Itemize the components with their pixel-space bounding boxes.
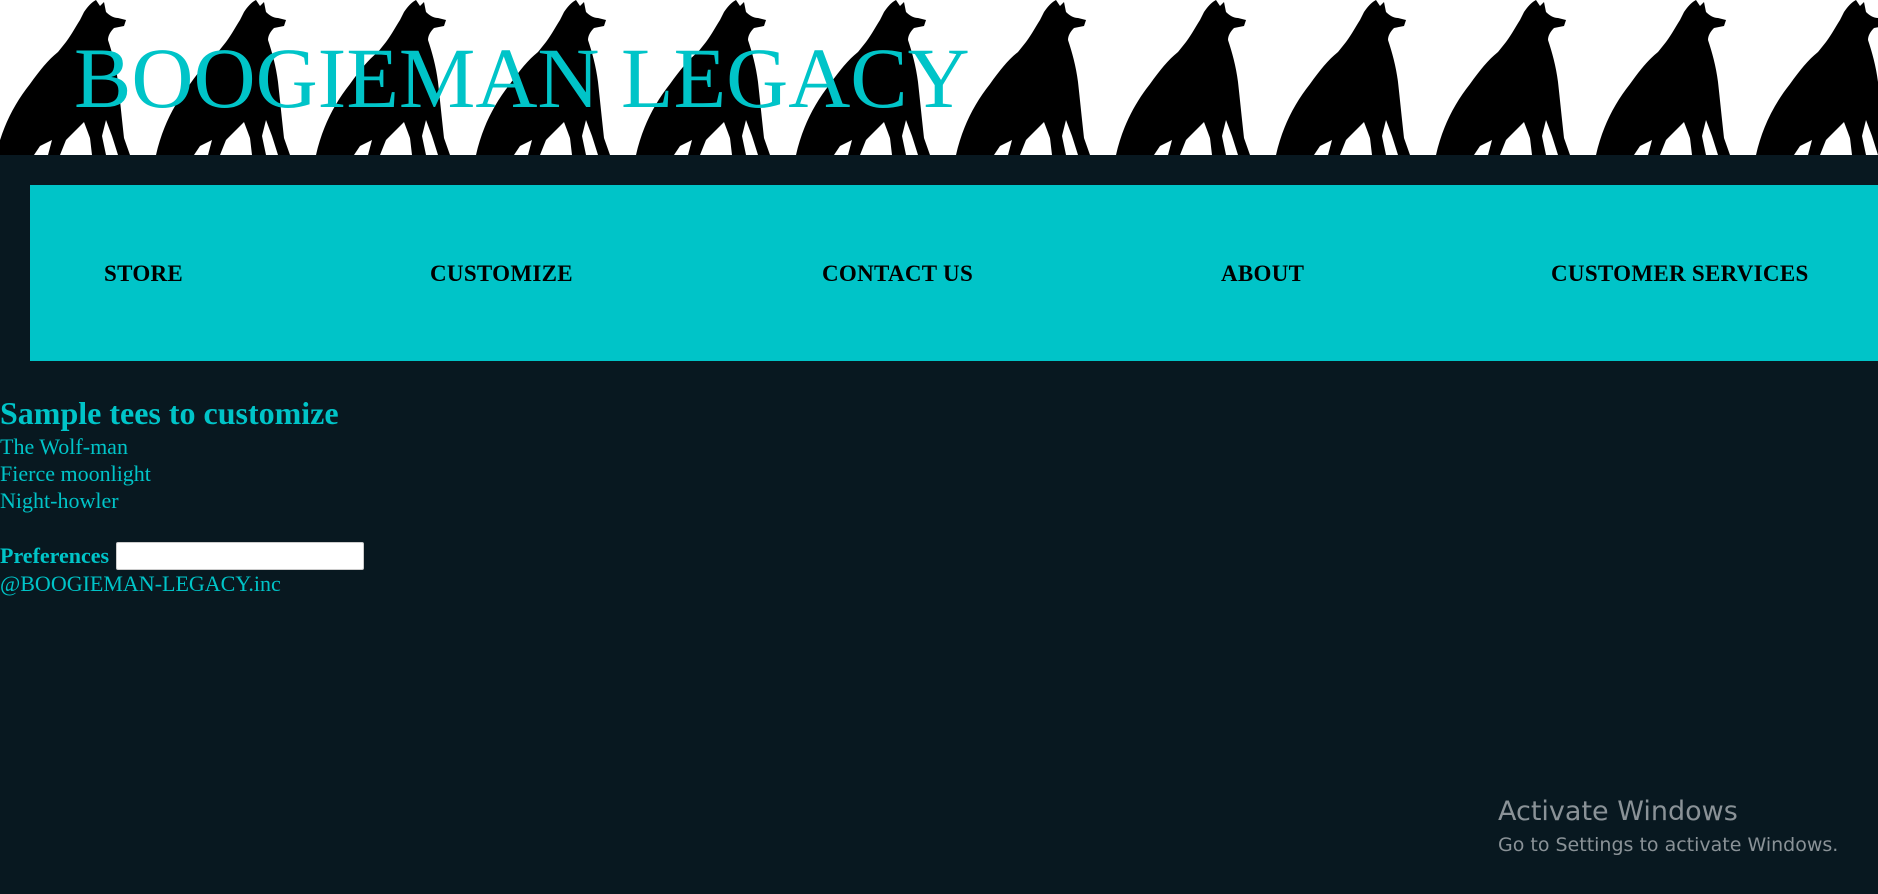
nav-customize[interactable]: CUSTOMIZE [430, 261, 573, 287]
preferences-label: Preferences [0, 543, 110, 568]
howling-wolf-icon [1436, 0, 1570, 155]
preferences-row: Preferences [0, 540, 365, 572]
site-header: BOOGIEMAN LEGACY [0, 0, 1878, 155]
section-title: Sample tees to customize [0, 395, 339, 431]
howling-wolf-icon [1756, 0, 1878, 155]
copyright-text: @BOOGIEMAN-LEGACY.inc [0, 571, 281, 596]
howling-wolf-icon [956, 0, 1090, 155]
howling-wolf-icon [1596, 0, 1730, 155]
nav-customer-services[interactable]: CUSTOMER SERVICES [1551, 261, 1809, 287]
main-navbar: STORE CUSTOMIZE CONTACT US ABOUT CUSTOME… [30, 185, 1878, 361]
nav-about[interactable]: ABOUT [1221, 261, 1304, 287]
site-title: BOOGIEMAN LEGACY [74, 30, 970, 126]
preferences-input[interactable] [116, 542, 365, 570]
windows-activation-watermark: Activate Windows Go to Settings to activ… [1498, 795, 1838, 858]
tee-item-night-howler: Night-howler [0, 488, 119, 513]
main-content: Sample tees to customize The Wolf-man Fi… [0, 393, 339, 514]
watermark-title: Activate Windows [1498, 796, 1738, 827]
nav-store[interactable]: STORE [104, 261, 183, 287]
watermark-subtitle: Go to Settings to activate Windows. [1498, 834, 1839, 856]
tee-item-fierce-moonlight: Fierce moonlight [0, 461, 151, 486]
howling-wolf-icon [1116, 0, 1250, 155]
nav-contact-us[interactable]: CONTACT US [822, 261, 973, 287]
howling-wolf-icon [1276, 0, 1410, 155]
tee-item-wolf-man: The Wolf-man [0, 434, 128, 459]
